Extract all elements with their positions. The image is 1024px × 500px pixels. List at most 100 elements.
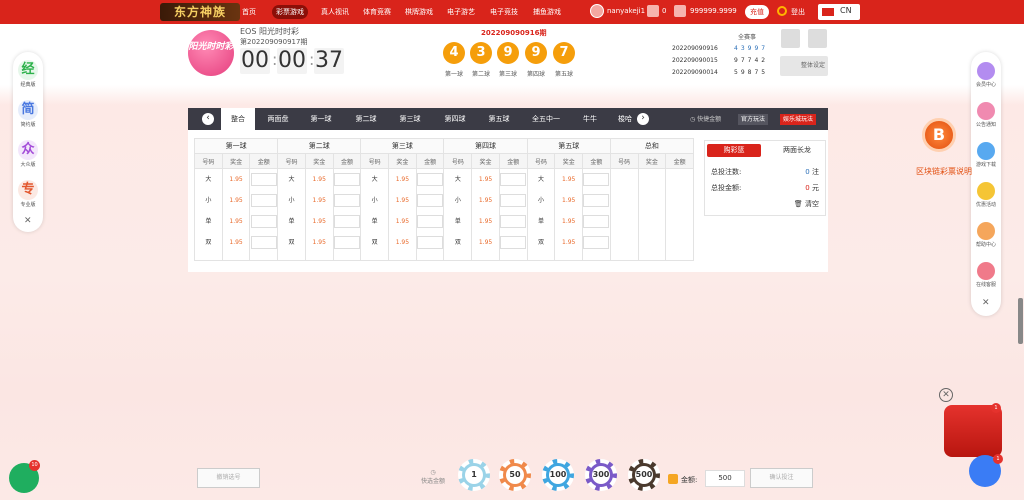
announcement-item[interactable]: 公告通知	[973, 102, 999, 128]
bet-amount-input[interactable]	[583, 215, 610, 228]
bet-amount-input[interactable]	[583, 236, 610, 249]
option-label[interactable]: 大	[195, 169, 222, 190]
confirm-bet-button[interactable]: 确认投注	[750, 468, 813, 488]
tab-integrated[interactable]: 整合	[221, 108, 255, 130]
bet-amount-input[interactable]	[417, 236, 444, 249]
option-label[interactable]: 小	[361, 190, 388, 211]
deposit-button[interactable]: 充值	[745, 5, 769, 19]
tab-niuniu[interactable]: 牛牛	[573, 108, 607, 130]
chip-50[interactable]: 50	[499, 459, 531, 491]
option-label[interactable]: 单	[195, 211, 222, 232]
nav-lottery[interactable]: 彩票游戏	[272, 5, 308, 19]
close-icon[interactable]: ✕	[982, 298, 990, 308]
download-item[interactable]: 游戏下载	[973, 142, 999, 168]
cancel-selection-button[interactable]: 撤销选号	[197, 468, 260, 488]
tab-ball-5[interactable]: 第五球	[479, 108, 519, 130]
option-label[interactable]: 单	[278, 211, 305, 232]
option-label[interactable]: 大	[528, 169, 555, 190]
bet-amount-input[interactable]	[333, 236, 360, 249]
popular-version-item[interactable]: 众大众版	[16, 140, 40, 168]
nav-esports[interactable]: 电子竞技	[486, 5, 522, 19]
chip-500[interactable]: 500	[628, 459, 660, 491]
simple-version-item[interactable]: 简简约版	[16, 100, 40, 128]
bet-amount-input[interactable]	[250, 173, 277, 186]
tab-next-arrow[interactable]: ›	[637, 113, 649, 125]
credit-mode-button[interactable]: 娱乐城玩法	[780, 114, 817, 125]
bitcoin-icon[interactable]: B	[922, 118, 956, 152]
blockchain-link[interactable]: 区块链彩票说明	[916, 166, 972, 177]
nav-home[interactable]: 首页	[238, 5, 260, 19]
language-selector[interactable]: CN	[818, 4, 860, 20]
tab-ball-3[interactable]: 第三球	[390, 108, 430, 130]
option-label[interactable]: 小	[444, 190, 471, 211]
bet-amount-input[interactable]	[583, 173, 610, 186]
bet-amount-input[interactable]	[500, 194, 527, 207]
dragon-tab[interactable]: 两面长龙	[771, 144, 823, 157]
option-label[interactable]: 大	[361, 169, 388, 190]
pro-version-item[interactable]: 专专业版	[16, 180, 40, 208]
chip-1[interactable]: 1	[458, 459, 490, 491]
power-icon[interactable]	[777, 6, 787, 16]
bet-amount-input[interactable]	[250, 236, 277, 249]
bet-amount-input[interactable]	[333, 215, 360, 228]
option-label[interactable]: 双	[361, 232, 388, 253]
color-setting-button[interactable]: 整体设定	[780, 56, 828, 76]
nav-fishing[interactable]: 捕鱼游戏	[529, 5, 565, 19]
official-mode-button[interactable]: 官方玩法	[738, 114, 769, 125]
red-packet-icon[interactable]	[944, 405, 1002, 457]
option-label[interactable]: 单	[361, 211, 388, 232]
amount-input[interactable]: 500	[705, 470, 745, 487]
quick-amount-footer[interactable]: ◷ 快选金额	[421, 469, 445, 485]
close-icon[interactable]: ✕	[939, 388, 953, 402]
clear-button[interactable]: 🗑 清空	[794, 199, 819, 209]
username[interactable]: nanyakeji1	[607, 7, 645, 15]
bet-amount-input[interactable]	[250, 194, 277, 207]
member-center-item[interactable]: 会员中心	[973, 62, 999, 88]
tab-ball-4[interactable]: 第四球	[435, 108, 475, 130]
chip-100[interactable]: 100	[542, 459, 574, 491]
promotion-item[interactable]: 优惠活动	[973, 182, 999, 208]
mail-icon[interactable]	[647, 5, 659, 17]
customer-service-item[interactable]: 在线客服	[973, 262, 999, 288]
bet-amount-input[interactable]	[500, 215, 527, 228]
bet-amount-input[interactable]	[333, 173, 360, 186]
nav-chess[interactable]: 棋牌游戏	[401, 5, 437, 19]
option-label[interactable]: 小	[528, 190, 555, 211]
option-label[interactable]: 小	[195, 190, 222, 211]
option-label[interactable]: 双	[528, 232, 555, 253]
option-label[interactable]: 单	[528, 211, 555, 232]
option-label[interactable]: 单	[444, 211, 471, 232]
nav-slots[interactable]: 电子游艺	[443, 5, 479, 19]
basket-tab[interactable]: 购彩篮	[707, 144, 761, 157]
quick-amount-toggle[interactable]: ◷ 快捷金额	[690, 114, 721, 123]
tab-all-five[interactable]: 全五中一	[524, 108, 568, 130]
nav-sports[interactable]: 体育竞赛	[359, 5, 395, 19]
tab-showhand[interactable]: 梭哈	[612, 108, 638, 130]
user-avatar[interactable]	[590, 4, 604, 18]
option-label[interactable]: 大	[444, 169, 471, 190]
bet-amount-input[interactable]	[500, 236, 527, 249]
bet-amount-input[interactable]	[417, 215, 444, 228]
info-icon[interactable]	[808, 29, 827, 48]
option-label[interactable]: 双	[278, 232, 305, 253]
nav-live[interactable]: 真人视讯	[317, 5, 353, 19]
help-item[interactable]: 帮助中心	[973, 222, 999, 248]
tab-ball-1[interactable]: 第一球	[301, 108, 341, 130]
scrollbar[interactable]	[1018, 298, 1023, 344]
classic-version-item[interactable]: 经经典版	[16, 60, 40, 88]
close-icon[interactable]: ✕	[24, 216, 32, 226]
option-label[interactable]: 小	[278, 190, 305, 211]
bet-amount-input[interactable]	[333, 194, 360, 207]
option-label[interactable]: 双	[444, 232, 471, 253]
bet-amount-input[interactable]	[250, 215, 277, 228]
rules-doc-icon[interactable]	[781, 29, 800, 48]
tab-two-sides[interactable]: 两面盘	[259, 108, 297, 130]
site-logo[interactable]: 东方神族	[160, 3, 240, 21]
option-label[interactable]: 双	[195, 232, 222, 253]
bet-amount-input[interactable]	[500, 173, 527, 186]
logout-button[interactable]: 登出	[791, 7, 805, 17]
chip-300[interactable]: 300	[585, 459, 617, 491]
bet-amount-input[interactable]	[583, 194, 610, 207]
bet-amount-input[interactable]	[417, 194, 444, 207]
tab-prev-arrow[interactable]: ‹	[202, 113, 214, 125]
